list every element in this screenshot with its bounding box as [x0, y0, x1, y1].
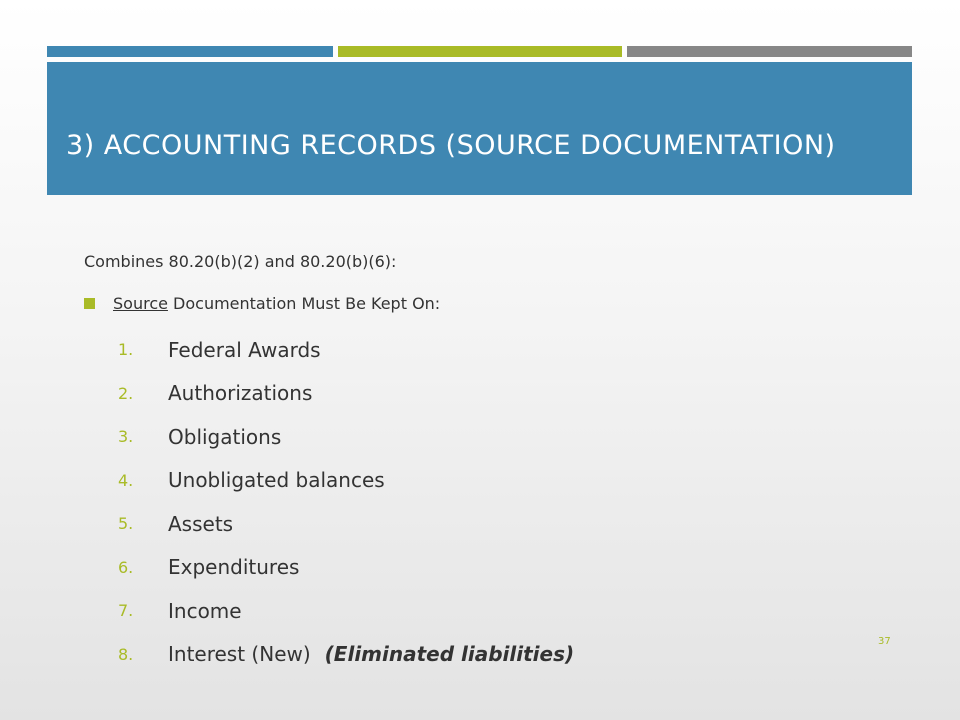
list-item: 7. Income	[118, 589, 574, 633]
list-text: Authorizations	[168, 381, 313, 406]
list-number: 4.	[118, 470, 134, 490]
bullet-rest: Documentation Must Be Kept On:	[167, 294, 441, 313]
list-emphasis: (Eliminated liabilities)	[324, 642, 575, 667]
list-item: 5. Assets	[118, 502, 574, 546]
list-text: Federal Awards	[168, 337, 321, 362]
list-text: Interest (New)	[168, 642, 311, 667]
list-text: Income	[168, 598, 242, 623]
list-item: 4. Unobligated balances	[118, 459, 574, 503]
subhead: Combines 80.20(b)(2) and 80.20(b)(6):	[84, 252, 397, 271]
title-band	[47, 62, 912, 195]
list-item: 2. Authorizations	[118, 372, 574, 416]
accent-bar-blue	[47, 46, 333, 57]
square-bullet-icon	[84, 298, 95, 309]
list-item: 3. Obligations	[118, 415, 574, 459]
list-number: 1.	[118, 340, 134, 360]
list-text: Obligations	[168, 424, 282, 449]
list-number: 2.	[118, 383, 134, 403]
slide-title: 3) ACCOUNTING RECORDS (SOURCE DOCUMENTAT…	[66, 130, 836, 161]
list-item: 1. Federal Awards	[118, 328, 574, 372]
page-number: 37	[878, 636, 891, 647]
list-text: Expenditures	[168, 555, 300, 580]
bullet-underlined-word: Source	[113, 294, 168, 313]
list-number: 7.	[118, 601, 134, 621]
list-number: 3.	[118, 427, 134, 447]
accent-bar-gray	[627, 46, 912, 57]
list-item: 8. Interest (New) (Eliminated liabilities)	[118, 633, 574, 677]
numbered-list: 1. Federal Awards 2. Authorizations 3. Obli…	[118, 328, 574, 676]
list-number: 8.	[118, 644, 134, 664]
list-text: Assets	[168, 511, 234, 536]
list-number: 6.	[118, 557, 134, 577]
accent-bar-green	[338, 46, 622, 57]
list-item: 6. Expenditures	[118, 546, 574, 590]
list-number: 5.	[118, 514, 134, 534]
bullet-line: Source Documentation Must Be Kept On:	[84, 294, 440, 313]
list-text: Unobligated balances	[168, 468, 385, 493]
